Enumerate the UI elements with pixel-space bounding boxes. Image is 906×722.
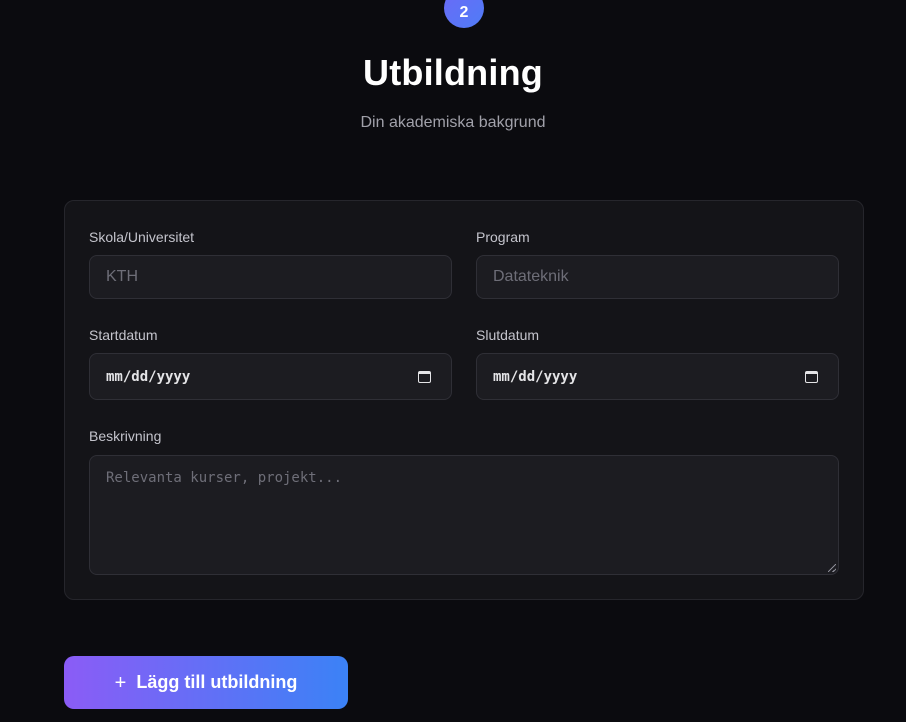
end-date-label: Slutdatum [476,327,540,343]
school-input[interactable]: KTH [89,255,452,299]
start-date-value: mm/dd/yyyy [106,368,191,385]
description-label: Beskrivning [89,428,162,444]
add-education-label: Lägg till utbildning [136,672,298,692]
add-education-button[interactable]: + Lägg till utbildning [64,656,348,709]
step-number: 2 [459,4,469,21]
education-step-page: 2 Utbildning Din akademiska bakgrund Sko… [0,0,906,722]
resize-handle[interactable] [828,564,836,572]
start-date-input[interactable]: mm/dd/yyyy [89,353,452,400]
description-textarea[interactable]: Relevanta kurser, projekt... [89,455,839,575]
program-placeholder: Datateknik [493,268,569,285]
page-subtitle: Din akademiska bakgrund [360,114,546,131]
school-placeholder: KTH [106,268,138,285]
program-input[interactable]: Datateknik [476,255,839,299]
description-placeholder: Relevanta kurser, projekt... [106,470,343,486]
page-title: Utbildning [363,52,543,93]
calendar-icon[interactable] [418,370,431,383]
end-date-input[interactable]: mm/dd/yyyy [476,353,839,400]
end-date-value: mm/dd/yyyy [493,368,578,385]
education-form-card: Skola/Universitet KTH Program Datateknik… [64,200,864,600]
calendar-icon[interactable] [805,370,818,383]
school-label: Skola/Universitet [89,229,195,245]
step-badge: 2 [444,0,484,28]
start-date-label: Startdatum [89,327,158,343]
program-label: Program [476,229,530,245]
plus-icon: + [114,671,127,694]
